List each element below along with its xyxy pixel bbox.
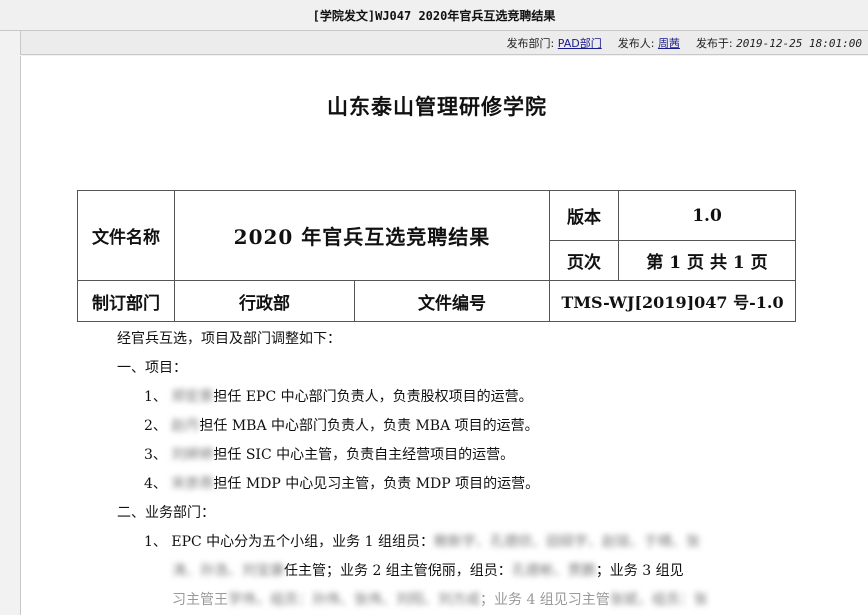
redacted-names: 张斌，组员：张	[609, 592, 708, 608]
redacted-names: 涛、孙浩、刘宝康	[172, 563, 284, 579]
intro-text: 经官兵互选，项目及部门调整如下：	[117, 331, 341, 347]
redacted-names: 鲍新宇、孔德欣、田硕宇、赵琰、于晴、张	[433, 534, 700, 550]
dept-value: 行政部	[174, 280, 355, 322]
version-value: 1.0	[618, 190, 796, 241]
document-header-table: 文件名称 2020 年官兵互选竞聘结果 版本 1.0 页次 第 1 页 共 1 …	[77, 190, 796, 322]
redacted-names: 孔德彬、贾鹏	[511, 563, 596, 579]
item-text: 担任 EPC 中心部门负责人，负责股权项目的运营。	[213, 389, 533, 405]
list-item: 2、 赵丹担任 MBA 中心部门负责人，负责 MBA 项目的运营。	[117, 412, 807, 441]
dept-item-line-2: 涛、孙浩、刘宝康任主管；业务 2 组主管倪丽，组员：孔德彬、贾鹏；业务 3 组见	[117, 557, 807, 586]
list-item: 1、 郑宏景担任 EPC 中心部门负责人，负责股权项目的运营。	[117, 383, 807, 412]
publish-time: 发布于: 2019-12-25 18:01:00	[696, 35, 862, 51]
publish-time-value: 2019-12-25 18:01:00	[736, 36, 862, 50]
publish-dept: 发布部门: PAD部门	[507, 35, 602, 51]
item-number: 1、	[144, 389, 167, 405]
item-number: 3、	[144, 447, 167, 463]
redacted-names: 学伟，组员：孙伟、张伟、刘阳、刘方成	[228, 592, 480, 608]
publish-dept-link[interactable]: PAD部门	[558, 37, 602, 50]
dept-item-line-1: 1、 EPC 中心分为五个小组，业务 1 组组员：鲍新宇、孔德欣、田硕宇、赵琰、…	[117, 528, 807, 557]
document-body: 经官兵互选，项目及部门调整如下： 一、项目： 1、 郑宏景担任 EPC 中心部门…	[117, 325, 807, 615]
item-text: 担任 MBA 中心部门负责人，负责 MBA 项目的运营。	[199, 418, 539, 434]
item-number: 4、	[144, 476, 167, 492]
dept-item-text: 习主管王	[172, 592, 228, 608]
doc-no-value: TMS-WJ[2019]047 号-1.0	[549, 280, 796, 322]
redacted-name: 刘婷婷	[171, 447, 214, 463]
dept-label: 制订部门	[77, 280, 175, 322]
publish-dept-label: 发布部门:	[506, 36, 555, 50]
section-1-title: 一、项目：	[117, 360, 187, 376]
redacted-name: 郑宏景	[171, 389, 214, 405]
window-title: [学院发文]WJ047 2020年官兵互选竞聘结果	[312, 8, 556, 23]
dept-item-text: ；业务 3 组见	[595, 563, 684, 579]
publish-time-label: 发布于:	[695, 36, 733, 50]
publisher-link[interactable]: 周茜	[658, 37, 680, 50]
item-text: 担任 SIC 中心主管，负责自主经营项目的运营。	[213, 447, 515, 463]
window-title-bar: [学院发文]WJ047 2020年官兵互选竞聘结果	[0, 0, 868, 31]
version-label: 版本	[549, 190, 619, 241]
page-label: 页次	[549, 240, 619, 281]
dept-item-text: EPC 中心分为五个小组，业务 1 组组员：	[171, 534, 434, 550]
document-meta-bar: 发布部门: PAD部门 发布人: 周茜 发布于: 2019-12-25 18:0…	[20, 31, 868, 55]
file-name-label: 文件名称	[77, 190, 175, 281]
publisher: 发布人: 周茜	[618, 35, 680, 51]
page-value: 第 1 页 共 1 页	[618, 240, 796, 281]
list-item: 4、 宋彦燕担任 MDP 中心见习主管，负责 MDP 项目的运营。	[117, 470, 807, 499]
list-item: 3、 刘婷婷担任 SIC 中心主管，负责自主经营项目的运营。	[117, 441, 807, 470]
publisher-label: 发布人:	[617, 36, 655, 50]
item-number: 1、	[144, 534, 167, 550]
section-2-title: 二、业务部门：	[117, 505, 215, 521]
dept-item-line-3: 习主管王学伟，组员：孙伟、张伟、刘阳、刘方成；业务 4 组见习主管张斌，组员：张	[117, 586, 807, 615]
file-name-value: 2020 年官兵互选竞聘结果	[174, 190, 550, 281]
item-number: 2、	[144, 418, 167, 434]
redacted-name: 宋彦燕	[171, 476, 214, 492]
doc-no-label: 文件编号	[354, 280, 550, 322]
dept-item-text: 任主管；业务 2 组主管倪丽，组员：	[284, 563, 512, 579]
item-text: 担任 MDP 中心见习主管，负责 MDP 项目的运营。	[213, 476, 540, 492]
organization-name: 山东泰山管理研修学院	[327, 94, 547, 119]
redacted-name: 赵丹	[171, 418, 200, 434]
dept-item-text: ；业务 4 组见习主管	[480, 592, 610, 608]
